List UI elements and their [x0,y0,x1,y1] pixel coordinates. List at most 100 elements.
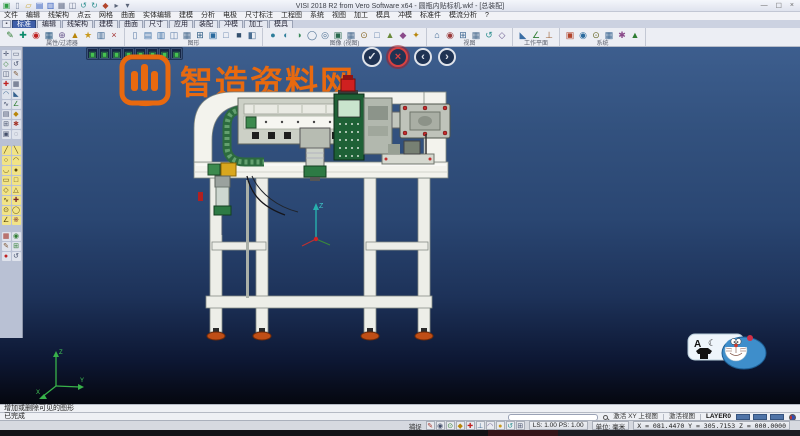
copy-doc-icon[interactable]: ◫ [168,29,180,41]
clock-icon[interactable]: ⊙ [590,29,602,41]
menu-item-20[interactable]: ? [481,12,493,20]
half-shade2-icon[interactable]: ◑ [293,29,305,41]
add-icon[interactable]: ✚ [17,29,29,41]
center-point-icon[interactable]: ⊙ [2,206,11,215]
import-icon[interactable]: ▥ [46,1,55,10]
menu-item-4[interactable]: 点云 [73,12,95,20]
close-button[interactable]: × [790,2,794,10]
open-file-icon[interactable]: ▱ [24,1,33,10]
rotate-view-icon[interactable]: ↺ [483,29,495,41]
reset-icon[interactable]: ↺ [12,252,21,261]
new-file-icon[interactable]: ▯ [13,1,22,10]
snap-int-icon[interactable]: ✚ [466,421,475,430]
pin-icon[interactable]: ▸ [112,1,121,10]
star-icon[interactable]: ★ [82,29,94,41]
tab-9[interactable]: 冲模 [219,20,243,28]
menu-item-3[interactable]: 线架构 [44,12,73,20]
tri-view-icon[interactable]: ▲ [384,29,396,41]
doc-lines-icon[interactable]: ▤ [142,29,154,41]
tab-lead-button[interactable]: ▪ [2,20,11,28]
plus-circle-icon[interactable]: ⊕ [56,29,68,41]
tab-2[interactable]: 编辑 [37,20,61,28]
cross-icon[interactable]: ✚ [12,196,21,205]
group-icon[interactable]: ⊞ [2,120,11,129]
undo-icon[interactable]: ↺ [79,1,88,10]
point-icon[interactable]: ● [12,166,21,175]
tab-4[interactable]: 建模 [94,20,118,28]
tab-1[interactable]: 标准 [12,20,36,28]
doc-grid-icon[interactable]: ▥ [155,29,167,41]
plane-icon[interactable]: ◣ [517,29,529,41]
tab-3[interactable]: 线架构 [62,20,93,28]
menu-item-10[interactable]: 电极 [219,12,241,20]
view-right-icon[interactable]: ▣ [111,48,122,59]
rhombus-icon[interactable]: ◇ [2,186,11,195]
fillet-icon[interactable]: ◠ [2,90,11,99]
alert-icon[interactable]: ● [2,252,11,261]
arc-icon[interactable]: ◠ [12,156,21,165]
chamfer-icon[interactable]: ◣ [12,90,21,99]
render-icon[interactable]: ▦ [2,232,11,241]
half-box-icon[interactable]: ◧ [246,29,258,41]
layers-icon[interactable]: ▥ [95,29,107,41]
grid-toggle-icon[interactable]: ⊞ [516,421,525,430]
view-left-icon[interactable]: ▣ [123,48,134,59]
trim-icon[interactable]: ✚ [2,80,11,89]
circle-icon[interactable]: ○ [2,156,11,165]
menu-item-14[interactable]: 视图 [328,12,350,20]
dim-icon[interactable]: ∠ [12,100,21,109]
iso-view-icon[interactable]: ◇ [496,29,508,41]
tab-7[interactable]: 应用 [169,20,193,28]
pen-icon[interactable]: ✎ [4,29,16,41]
select-icon[interactable]: ✛ [2,50,11,59]
sketch-icon[interactable]: ✎ [2,242,11,251]
menu-item-11[interactable]: 尺寸标注 [241,12,277,20]
prev-button[interactable]: ‹ [414,48,432,66]
spline-icon[interactable]: ∿ [2,196,11,205]
box-view-icon[interactable]: □ [371,29,383,41]
doc-icon[interactable]: ▯ [129,29,141,41]
layer-icon[interactable]: ▤ [2,110,11,119]
snap-quad-icon[interactable]: ◆ [456,421,465,430]
palette-icon[interactable]: ▣ [564,29,576,41]
home-view-icon[interactable]: ⌂ [431,29,443,41]
array-icon[interactable]: ▣ [2,130,11,139]
menu-item-15[interactable]: 加工 [350,12,372,20]
diamond-view-icon[interactable]: ◆ [397,29,409,41]
polyline-icon[interactable]: ╲ [12,146,21,155]
menu-item-6[interactable]: 曲面 [117,12,139,20]
empty-box-icon[interactable]: □ [220,29,232,41]
snap-end-icon[interactable]: ✎ [426,421,435,430]
menu-item-18[interactable]: 标准件 [416,12,445,20]
tab-11[interactable]: 模具 [269,20,293,28]
ellipse-icon[interactable]: ◯ [12,206,21,215]
menu-item-17[interactable]: 冲模 [394,12,416,20]
menu-item-1[interactable]: 文件 [0,12,22,20]
target-view-icon[interactable]: ◉ [444,29,456,41]
explode-icon[interactable]: ✱ [12,120,21,129]
copy-icon[interactable]: ◫ [68,1,77,10]
viewport-canvas[interactable]: ▣▣▣▣▣▣▣▣ ✓×‹› 智造资料网 [0,47,800,404]
view-front-icon[interactable]: ▣ [99,48,110,59]
mirror-icon[interactable]: ◫ [2,70,11,79]
rect-icon[interactable]: ▭ [2,176,11,185]
axis-icon[interactable]: ∠ [530,29,542,41]
monitor-icon[interactable]: ▣ [332,29,344,41]
globe-icon[interactable]: ◉ [577,29,589,41]
delete-icon[interactable]: × [108,29,120,41]
tab-10[interactable]: 加工 [244,20,268,28]
reference-icon[interactable]: ※ [12,216,21,225]
menu-item-2[interactable]: 编辑 [22,12,44,20]
window-icon[interactable]: ⊞ [194,29,206,41]
menu-item-9[interactable]: 分析 [197,12,219,20]
cancel-button[interactable]: × [388,47,408,67]
asterisk-icon[interactable]: ✱ [616,29,628,41]
view-back-icon[interactable]: ▣ [135,48,146,59]
machine-icon[interactable]: ⊞ [12,242,21,251]
confirm-button[interactable]: ✓ [362,47,382,67]
tab-5[interactable]: 曲面 [119,20,143,28]
minimize-button[interactable]: — [761,2,768,10]
menu-item-16[interactable]: 模具 [372,12,394,20]
view-bottom-icon[interactable]: ▣ [147,48,158,59]
maximize-button[interactable]: ☐ [776,2,782,10]
